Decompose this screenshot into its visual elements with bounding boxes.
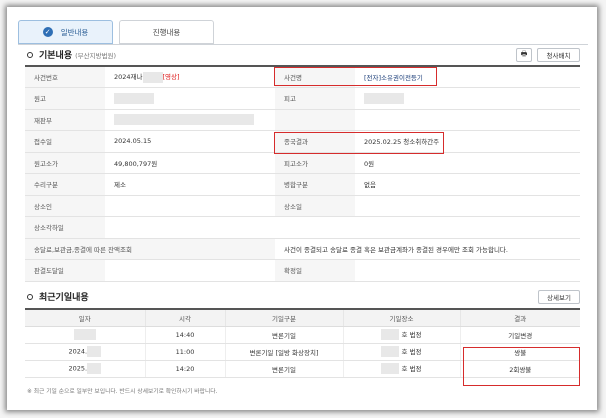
printer-icon[interactable]: 🖶	[516, 48, 532, 62]
video-tag: [영상]	[162, 73, 180, 82]
table-row: 수리구분 제소 병합구분 없음	[25, 173, 580, 196]
court-name: (부산지방법원)	[75, 52, 117, 60]
tab-general[interactable]: ✓ 일반내용	[18, 20, 113, 44]
hearing-section-title: 최근기일내용	[27, 290, 89, 303]
basic-info-table: 사건번호 2024재나 [영상] 사건명 [전자]소유권이전등기 원고 피고 재판…	[25, 65, 580, 282]
redacted-block	[381, 329, 400, 341]
balance-inquiry-link[interactable]: 송달료,보관금,종결에 따른 잔액조회	[25, 238, 275, 260]
tab-progress-label: 진행내용	[152, 27, 181, 37]
highlight-results	[463, 347, 580, 386]
table-row: 원고소가 49,800,797원 피고소가 0원	[25, 152, 580, 174]
highlight-final-result	[274, 132, 444, 154]
circle-bullet-icon	[27, 294, 33, 300]
tab-divider	[18, 44, 588, 45]
highlight-case-name	[274, 67, 437, 86]
redacted-block	[381, 363, 400, 375]
check-icon: ✓	[42, 27, 53, 37]
detail-view-button[interactable]: 상세보기	[538, 290, 580, 304]
table-row: 상소인 상소일	[25, 195, 580, 217]
hearing-note: ※ 최근 기일 순으로 일부만 보입니다. 반드시 상세보기로 확인하시기 바랍…	[27, 389, 218, 395]
table-row: 상소각하일	[25, 216, 580, 239]
tab-progress[interactable]: 진행내용	[119, 20, 214, 44]
case-number: 2024재나	[114, 73, 143, 82]
table-row: 송달료,보관금,종결에 따른 잔액조회 사건이 종결되고 송달료 종결 혹은 보…	[25, 238, 580, 260]
redacted-block	[381, 346, 400, 358]
tab-bar: ✓ 일반내용 진행내용	[18, 20, 214, 44]
redacted-block	[142, 71, 163, 83]
redacted-block	[114, 114, 254, 126]
court-map-button[interactable]: 청사배치	[537, 48, 580, 62]
basic-section-title: 기본내용 (부산지방법원)	[27, 48, 116, 61]
redacted-block	[87, 363, 102, 374]
redacted-block	[87, 346, 102, 357]
table-row: 판결도달일 확정일	[25, 259, 580, 282]
circle-bullet-icon	[27, 52, 33, 58]
redacted-block	[73, 329, 96, 340]
redacted-block	[114, 92, 154, 104]
balance-inquiry-note: 사건이 종결되고 송달료 종결 혹은 보관금계좌가 종결된 경우에만 조회 가능…	[275, 238, 580, 260]
hearing-title: 최근기일내용	[39, 293, 89, 303]
table-row: 14:40 변론기일 호 법정 기일변경	[25, 326, 580, 344]
table-row: 원고 피고	[25, 87, 580, 110]
table-header-row: 일자 시각 기일구분 기일장소 결과	[25, 309, 580, 327]
basic-title: 기본내용	[39, 51, 73, 61]
redacted-block	[364, 92, 404, 104]
tab-general-label: 일반내용	[60, 27, 89, 37]
table-row: 재판부	[25, 109, 580, 131]
receipt-date: 2024.05.15	[105, 130, 275, 153]
